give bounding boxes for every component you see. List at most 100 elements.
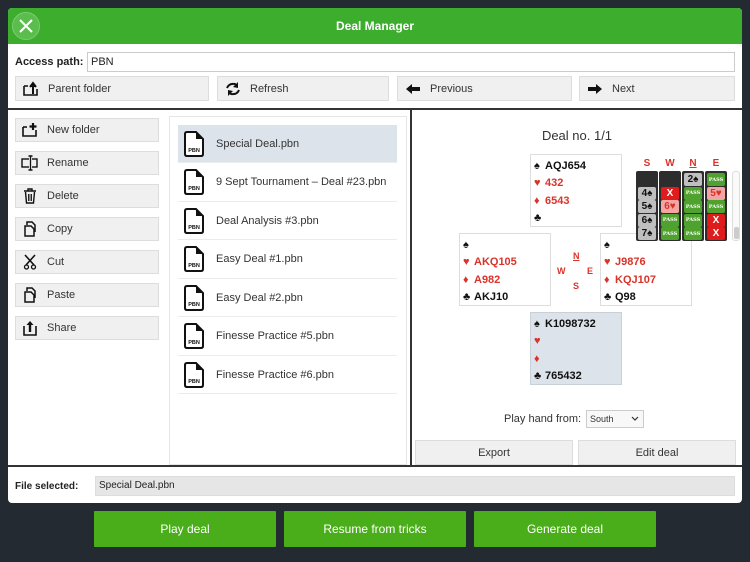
east-clubs: Q98 xyxy=(615,291,636,304)
heart-icon: ♥ xyxy=(604,256,611,269)
compass-west: W xyxy=(557,266,566,276)
south-hand[interactable]: ♠ K1098732 ♥ ♦ ♣ 765432 xyxy=(530,312,622,385)
delete-label: Delete xyxy=(47,190,79,202)
parent-folder-icon xyxy=(20,80,42,97)
share-label: Share xyxy=(47,322,77,334)
file-name: Deal Analysis #3.pbn xyxy=(216,214,319,227)
resume-from-tricks-button[interactable]: Resume from tricks xyxy=(284,511,466,547)
divider-bottom xyxy=(8,465,742,467)
access-path-input[interactable]: PBN xyxy=(87,52,735,72)
bid-call: X xyxy=(707,227,725,240)
rename-button[interactable]: Rename xyxy=(15,151,159,175)
deal-manager-window: Deal Manager Access path: PBN Parent fol… xyxy=(8,8,742,503)
heart-icon: ♥ xyxy=(534,177,541,190)
east-hearts: J9876 xyxy=(615,256,646,269)
chevron-down-icon xyxy=(631,416,639,421)
cut-button[interactable]: Cut xyxy=(15,250,159,274)
rename-label: Rename xyxy=(47,157,89,169)
bidding-column-n: 2♠PASSPASSPASSPASSPASS xyxy=(682,171,704,241)
scissors-icon xyxy=(19,254,41,270)
edit-deal-button[interactable]: Edit deal xyxy=(578,440,736,465)
pbn-file-icon: PBN xyxy=(181,207,207,234)
club-icon: ♣ xyxy=(534,370,542,383)
spade-icon: ♠ xyxy=(534,317,540,330)
file-list-item[interactable]: PBN Finesse Practice #5.pbn xyxy=(178,318,397,356)
north-hand: ♠ AQJ654 ♥ 432 ♦ 6543 ♣ xyxy=(530,154,622,227)
bid-call: PASS xyxy=(684,240,702,241)
file-list-item[interactable]: PBN Easy Deal #1.pbn xyxy=(178,241,397,279)
export-button[interactable]: Export xyxy=(415,440,573,465)
close-icon xyxy=(19,19,33,33)
bidding-header-e: E xyxy=(712,158,720,169)
club-icon: ♣ xyxy=(604,291,612,304)
file-selected-label: File selected: xyxy=(15,480,79,492)
bid-call: 6♥ xyxy=(661,200,679,213)
bidding-column-s: 4♠5♠6♠7♠XX xyxy=(636,171,658,241)
bid-call: PASS xyxy=(707,240,725,241)
pbn-file-icon: PBN xyxy=(181,169,207,195)
file-list-item[interactable]: PBN Finesse Practice #6.pbn xyxy=(178,356,397,394)
next-label: Next xyxy=(612,82,635,95)
new-folder-button[interactable]: New folder xyxy=(15,118,159,142)
svg-text:PBN: PBN xyxy=(188,186,200,192)
bid-call: PASS xyxy=(707,173,725,186)
copy-label: Copy xyxy=(47,223,73,235)
parent-folder-label: Parent folder xyxy=(48,82,111,95)
spade-icon: ♠ xyxy=(604,238,610,251)
diamond-icon: ♦ xyxy=(463,273,469,286)
north-spades: AQJ654 xyxy=(545,159,586,172)
share-icon xyxy=(19,320,41,336)
bidding-scroll-thumb[interactable] xyxy=(734,227,739,239)
west-diamonds: A982 xyxy=(474,273,501,286)
pbn-file-icon: PBN xyxy=(181,361,207,388)
next-button[interactable]: Next xyxy=(579,76,735,101)
bid-call: 5♥ xyxy=(707,186,725,200)
navigation-toolbar: Parent folder Refresh Previous Next xyxy=(15,76,735,101)
bid-call: PASS xyxy=(684,200,702,213)
pbn-file-icon: PBN xyxy=(181,130,207,157)
file-name: 9 Sept Tournament – Deal #23.pbn xyxy=(216,176,387,188)
bid-call: PASS xyxy=(684,213,702,227)
bid-call: PASS xyxy=(684,227,702,240)
divider-top xyxy=(8,108,742,110)
parent-folder-button[interactable]: Parent folder xyxy=(15,76,209,101)
refresh-icon xyxy=(222,81,244,97)
east-hand: ♠ ♥ J9876 ♦ KQJ107 ♣ Q98 xyxy=(600,233,692,306)
paste-icon xyxy=(19,287,41,303)
compass-north: N xyxy=(573,251,580,261)
svg-text:PBN: PBN xyxy=(188,225,200,231)
previous-button[interactable]: Previous xyxy=(397,76,572,101)
delete-button[interactable]: Delete xyxy=(15,184,159,208)
file-list-item[interactable]: PBN Special Deal.pbn xyxy=(178,125,397,163)
heart-icon: ♥ xyxy=(534,335,541,348)
bidding-scrollbar[interactable] xyxy=(732,171,740,241)
play-hand-from-select[interactable]: South xyxy=(586,410,645,428)
close-button[interactable] xyxy=(12,12,40,40)
rename-icon xyxy=(19,155,41,171)
bid-call: PASS xyxy=(661,227,679,240)
bid-call: X xyxy=(661,186,679,200)
heart-icon: ♥ xyxy=(463,256,470,269)
share-button[interactable]: Share xyxy=(15,316,159,340)
file-list-item[interactable]: PBN Deal Analysis #3.pbn xyxy=(178,202,397,240)
file-list-item[interactable]: PBN 9 Sept Tournament – Deal #23.pbn xyxy=(178,164,397,202)
bid-call: PASS xyxy=(661,240,679,241)
file-list-item[interactable]: PBN Easy Deal #2.pbn xyxy=(178,279,397,317)
refresh-button[interactable]: Refresh xyxy=(217,76,389,101)
svg-text:PBN: PBN xyxy=(188,302,200,308)
access-path-row: Access path: PBN xyxy=(15,52,735,72)
bid-call: 7♠ xyxy=(638,227,656,240)
paste-label: Paste xyxy=(47,289,76,301)
east-diamonds: KQJ107 xyxy=(615,273,656,286)
copy-button[interactable]: Copy xyxy=(15,217,159,241)
play-deal-button[interactable]: Play deal xyxy=(94,511,276,547)
generate-deal-button[interactable]: Generate deal xyxy=(474,511,656,547)
paste-button[interactable]: Paste xyxy=(15,283,159,307)
north-hearts: 432 xyxy=(545,177,564,190)
title-bar: Deal Manager xyxy=(8,8,742,44)
bid-call: X xyxy=(707,213,725,227)
bid-call: 5♠ xyxy=(638,200,656,213)
bid-call: XX xyxy=(638,240,656,241)
previous-label: Previous xyxy=(430,82,473,95)
copy-icon xyxy=(19,221,41,237)
